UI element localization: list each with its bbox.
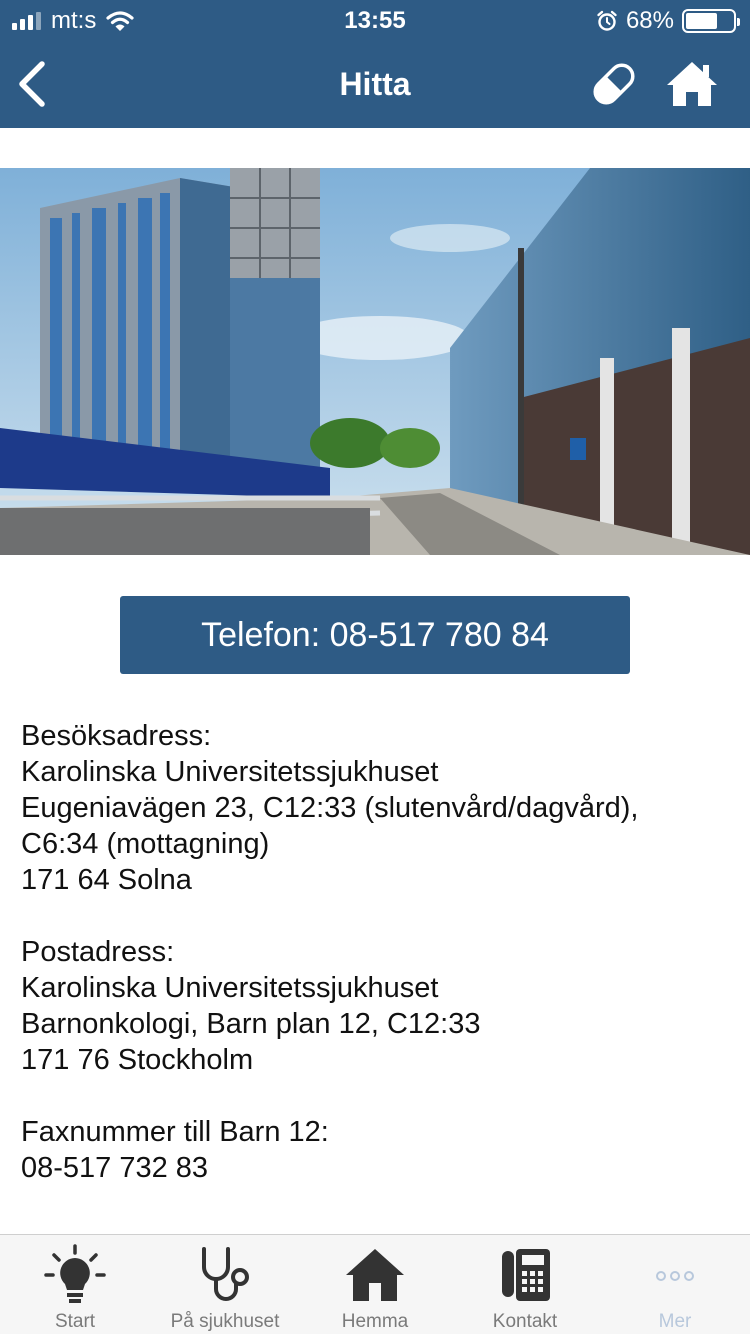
- tab-label: Start: [54, 1311, 96, 1332]
- post-address: Postadress: Karolinska Universitetssjukh…: [21, 934, 731, 1078]
- post-address-line: 171 76 Stockholm: [21, 1044, 254, 1076]
- visit-address-line: 171 64 Solna: [21, 864, 192, 896]
- tab-start[interactable]: Start: [0, 1235, 150, 1334]
- house-icon: [346, 1249, 404, 1301]
- home-icon[interactable]: [664, 56, 720, 112]
- visit-address-heading: Besöksadress:: [21, 720, 212, 752]
- battery-percent: 68%: [625, 7, 674, 34]
- post-address-heading: Postadress:: [21, 936, 175, 968]
- post-address-line: Karolinska Universitetssjukhuset: [21, 972, 439, 1004]
- tab-bar: Start På sjukhuset Hemma Kontakt Mer: [0, 1234, 750, 1334]
- fax-heading: Faxnummer till Barn 12:: [21, 1116, 329, 1148]
- visit-address-line: C6:34 (mottagning): [21, 828, 270, 860]
- status-right: 68%: [596, 7, 740, 35]
- pill-icon[interactable]: [588, 58, 640, 110]
- tab-mer[interactable]: Mer: [600, 1235, 750, 1334]
- call-button[interactable]: Telefon: 08-517 780 84: [120, 596, 630, 674]
- tab-label: På sjukhuset: [170, 1311, 280, 1332]
- battery-fill: [686, 13, 718, 29]
- tab-hemma[interactable]: Hemma: [300, 1235, 450, 1334]
- hospital-photo: [0, 168, 750, 555]
- phone-icon: [502, 1249, 550, 1301]
- visit-address-line: Eugeniavägen 23, C12:33 (slutenvård/dagv…: [21, 792, 639, 824]
- tab-label: Mer: [658, 1311, 692, 1332]
- battery-icon: [682, 9, 740, 33]
- tab-pa-sjukhuset[interactable]: På sjukhuset: [150, 1235, 300, 1334]
- visit-address: Besöksadress: Karolinska Universitetssju…: [21, 718, 731, 898]
- lightbulb-icon: [44, 1244, 106, 1303]
- top-bar: mt:s 13:55 68% Hitta: [0, 0, 750, 128]
- contact-info: Besöksadress: Karolinska Universitetssju…: [21, 718, 731, 1222]
- post-address-line: Barnonkologi, Barn plan 12, C12:33: [21, 1008, 481, 1040]
- tab-label: Hemma: [341, 1311, 409, 1332]
- more-dots-icon: [656, 1271, 694, 1281]
- tab-label: Kontakt: [492, 1311, 558, 1332]
- fax-info: Faxnummer till Barn 12: 08-517 732 83: [21, 1114, 731, 1186]
- stethoscope-icon: [202, 1247, 249, 1301]
- tab-kontakt[interactable]: Kontakt: [450, 1235, 600, 1334]
- visit-address-line: Karolinska Universitetssjukhuset: [21, 756, 439, 788]
- fax-number[interactable]: 08-517 732 83: [21, 1150, 731, 1186]
- nav-bar: Hitta: [0, 40, 750, 128]
- alarm-icon: [597, 10, 617, 31]
- status-bar: mt:s 13:55 68%: [0, 0, 750, 40]
